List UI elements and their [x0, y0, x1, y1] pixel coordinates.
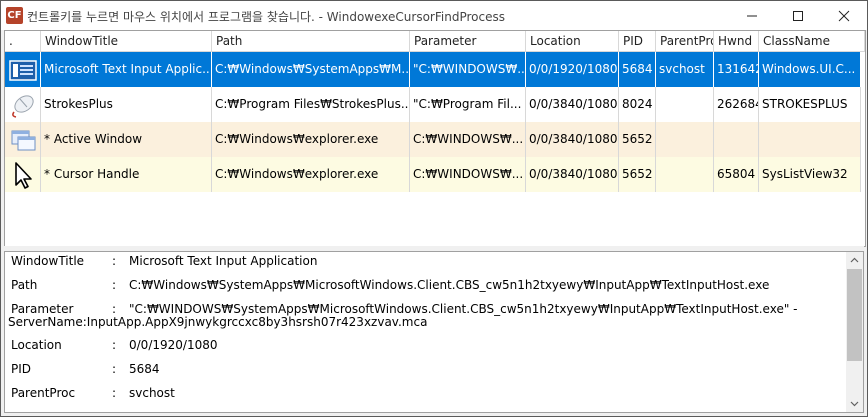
minimize-button[interactable] — [729, 1, 775, 30]
cell-parent-proc — [656, 87, 714, 122]
maximize-icon — [793, 11, 803, 21]
cell-pid: 5684 — [619, 52, 656, 87]
column-header-pid[interactable]: PID — [619, 31, 656, 51]
strokesplus-mouse-icon — [12, 95, 34, 118]
row-icon-cell — [5, 52, 41, 87]
cell-hwnd — [714, 122, 759, 157]
cell-parent-proc — [656, 157, 714, 192]
detail-panel[interactable]: WindowTitle : Microsoft Text Input Appli… — [4, 251, 864, 413]
cell-class-name: Windows.UI.C... — [759, 52, 861, 87]
detail-parameter-continuation: ServerName:InputApp.AppX9jnwykgrccxc8by3… — [8, 315, 428, 329]
table-row[interactable]: StrokesPlus C:₩Program Files₩StrokesPlus… — [5, 87, 861, 122]
detail-key: ParentProc — [11, 386, 76, 400]
detail-value: C:₩Windows₩SystemApps₩MicrosoftWindows.C… — [129, 278, 770, 292]
cell-hwnd: 65804 — [714, 157, 759, 192]
cell-pid: 5652 — [619, 122, 656, 157]
detail-key: Path — [11, 278, 38, 292]
process-list[interactable]: . WindowTitle Path Parameter Location PI… — [4, 30, 866, 247]
cell-parameter: "C:₩WINDOWS₩... — [410, 52, 526, 87]
row-icon-cell — [5, 122, 41, 157]
column-header-location[interactable]: Location — [526, 31, 619, 51]
detail-scrollbar[interactable] — [846, 252, 863, 412]
cell-window-title: * Cursor Handle — [41, 157, 212, 192]
app-icon: CF — [6, 7, 23, 24]
cell-path: C:₩Windows₩SystemApps₩M... — [212, 52, 410, 87]
detail-colon: : — [112, 338, 117, 352]
main-window: CF 컨트롤키를 누르면 마우스 위치에서 프로그램을 찾습니다. - Wind… — [0, 0, 868, 417]
scroll-thumb[interactable] — [847, 269, 862, 361]
cell-class-name — [759, 122, 861, 157]
close-icon — [838, 10, 850, 22]
column-header-parameter[interactable]: Parameter — [410, 31, 526, 51]
detail-colon: : — [112, 302, 117, 316]
column-header-row: . WindowTitle Path Parameter Location PI… — [5, 31, 865, 52]
column-header-window-title[interactable]: WindowTitle — [41, 31, 212, 51]
table-row[interactable]: * Cursor Handle C:₩Windows₩explorer.exe … — [5, 157, 861, 192]
detail-colon: : — [112, 386, 117, 400]
title-bar[interactable]: CF 컨트롤키를 누르면 마우스 위치에서 프로그램을 찾습니다. - Wind… — [1, 1, 867, 30]
scroll-up-button[interactable] — [846, 252, 863, 269]
detail-colon: : — [112, 254, 117, 268]
chevron-down-icon — [850, 401, 859, 407]
cell-parameter: C:₩WINDOWS₩... — [410, 157, 526, 192]
detail-key: Location — [11, 338, 62, 352]
cell-window-title: StrokesPlus — [41, 87, 212, 122]
column-header-icon[interactable]: . — [5, 31, 41, 51]
cell-location: 0/0/3840/1080 — [526, 157, 619, 192]
detail-key: PID — [11, 362, 32, 376]
cell-parameter: "C:₩Program Fil... — [410, 87, 526, 122]
cell-parent-proc — [656, 122, 714, 157]
cell-class-name: STROKESPLUS — [759, 87, 861, 122]
cursor-arrow-icon — [15, 162, 32, 189]
cell-pid: 8024 — [619, 87, 656, 122]
cell-hwnd: 262684 — [714, 87, 759, 122]
row-icon-cell — [5, 157, 41, 192]
cell-location: 0/0/3840/1080 — [526, 87, 619, 122]
cell-location: 0/0/3840/1080 — [526, 122, 619, 157]
cell-class-name: SysListView32 — [759, 157, 861, 192]
table-row[interactable]: Microsoft Text Input Applic... C:₩Window… — [5, 52, 861, 87]
cell-parameter: C:₩WINDOWS₩... — [410, 122, 526, 157]
column-header-parent-proc[interactable]: ParentProc — [656, 31, 714, 51]
cell-window-title: * Active Window — [41, 122, 212, 157]
detail-value: Microsoft Text Input Application — [129, 254, 318, 268]
column-header-class-name[interactable]: ClassName — [759, 31, 865, 51]
active-window-icon — [11, 130, 36, 151]
detail-value: 0/0/1920/1080 — [129, 338, 218, 352]
column-header-path[interactable]: Path — [212, 31, 410, 51]
window-title: 컨트롤키를 누르면 마우스 위치에서 프로그램을 찾습니다. - Windowe… — [27, 10, 505, 24]
scroll-down-button[interactable] — [846, 395, 863, 412]
detail-value: 5684 — [129, 362, 160, 376]
cell-path: C:₩Program Files₩StrokesPlus... — [212, 87, 410, 122]
chevron-up-icon — [850, 257, 859, 263]
row-icon-cell — [5, 87, 41, 122]
maximize-button[interactable] — [775, 1, 821, 30]
detail-key: WindowTitle — [11, 254, 85, 268]
cell-window-title: Microsoft Text Input Applic... — [41, 52, 212, 87]
cell-location: 0/0/1920/1080 — [526, 52, 619, 87]
minimize-icon — [747, 15, 757, 17]
detail-colon: : — [112, 278, 117, 292]
detail-key: Parameter — [11, 302, 74, 316]
cell-path: C:₩Windows₩explorer.exe — [212, 122, 410, 157]
cell-path: C:₩Windows₩explorer.exe — [212, 157, 410, 192]
column-header-hwnd[interactable]: Hwnd — [714, 31, 759, 51]
table-row[interactable]: * Active Window C:₩Windows₩explorer.exe … — [5, 122, 861, 157]
close-button[interactable] — [821, 1, 867, 30]
detail-colon: : — [112, 362, 117, 376]
text-input-window-icon — [9, 60, 37, 81]
cell-parent-proc: svchost — [656, 52, 714, 87]
detail-value: "C:₩WINDOWS₩SystemApps₩MicrosoftWindows.… — [129, 302, 798, 316]
cell-pid: 5652 — [619, 157, 656, 192]
cell-hwnd: 131642 — [714, 52, 759, 87]
detail-value: svchost — [129, 386, 175, 400]
